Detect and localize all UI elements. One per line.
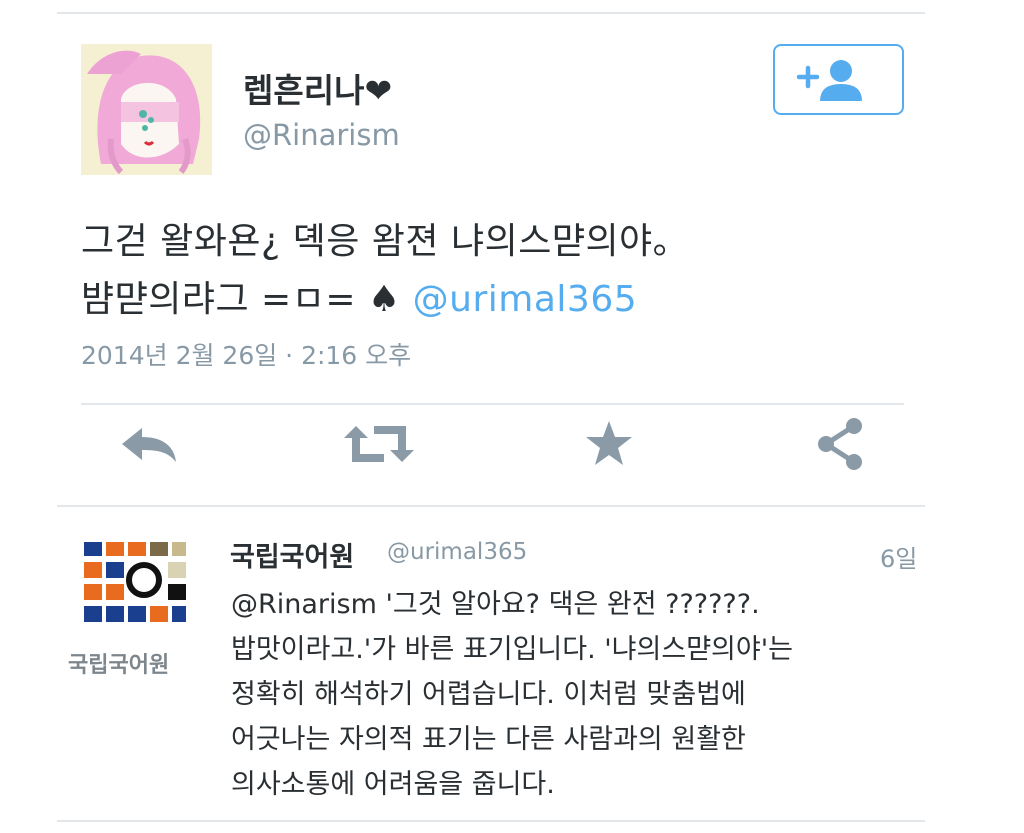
reply-text-line: 어긋나는 자의적 표기는 다른 사람과의 원활한 <box>231 724 746 755</box>
favorite-button[interactable] <box>583 418 635 470</box>
reply-text-line: 밥맛이라고.'가 바른 표기입니다. '냐의스먇의야'는 <box>231 634 793 665</box>
tweet-timestamp[interactable]: 2014년 2월 26일 · 2:16 오후 <box>81 336 411 372</box>
reply-time[interactable]: 6일 <box>880 539 917 574</box>
retweet-button[interactable] <box>342 420 416 468</box>
national-institute-logo-icon <box>84 542 186 622</box>
reply-text-line: 정확히 해석하기 어렵습니다. 이처럼 맞춤법에 <box>231 679 746 710</box>
retweet-icon <box>344 426 414 462</box>
anime-girl-avatar-icon <box>81 44 212 175</box>
org-avatar[interactable] <box>80 540 190 635</box>
user-handle[interactable]: @Rinarism <box>243 118 400 152</box>
share-icon <box>818 418 862 470</box>
reply-text-line: 의사소통에 어려움을 줍니다. <box>231 769 555 800</box>
favorite-star-icon <box>586 421 632 465</box>
top-divider <box>57 12 925 14</box>
tweet-text-line-1: 그걷 왈와욘¿ 뎩응 왐젼 냐의스먇의야。 <box>81 221 690 262</box>
reply-text-line: @Rinarism '그것 알아요? 댁은 완전 ??????. <box>231 589 760 620</box>
tweet-text-line-2-body: 뱜먇의랴그 =ㅁ= ♠ <box>81 279 401 320</box>
reply-button[interactable] <box>118 420 182 468</box>
actions-divider <box>81 403 904 405</box>
reply-icon <box>122 428 176 462</box>
share-button[interactable] <box>812 416 868 472</box>
tweet-text-line-2: 뱜먇의랴그 =ㅁ= ♠ @urimal365 <box>81 270 637 322</box>
bottom-divider <box>57 820 925 822</box>
user-avatar[interactable] <box>81 44 212 175</box>
display-name[interactable]: 렙흔리나❤ <box>243 64 392 112</box>
reply-divider <box>57 505 925 507</box>
reply-user-handle[interactable]: @urimal365 <box>387 539 527 565</box>
follow-plus-user-icon <box>796 60 862 101</box>
org-avatar-caption: 국립국어원 <box>68 653 170 678</box>
reply-display-name[interactable]: 국립국어원 <box>230 535 354 574</box>
follow-button[interactable] <box>773 44 904 115</box>
mention-link[interactable]: @urimal365 <box>413 279 637 320</box>
